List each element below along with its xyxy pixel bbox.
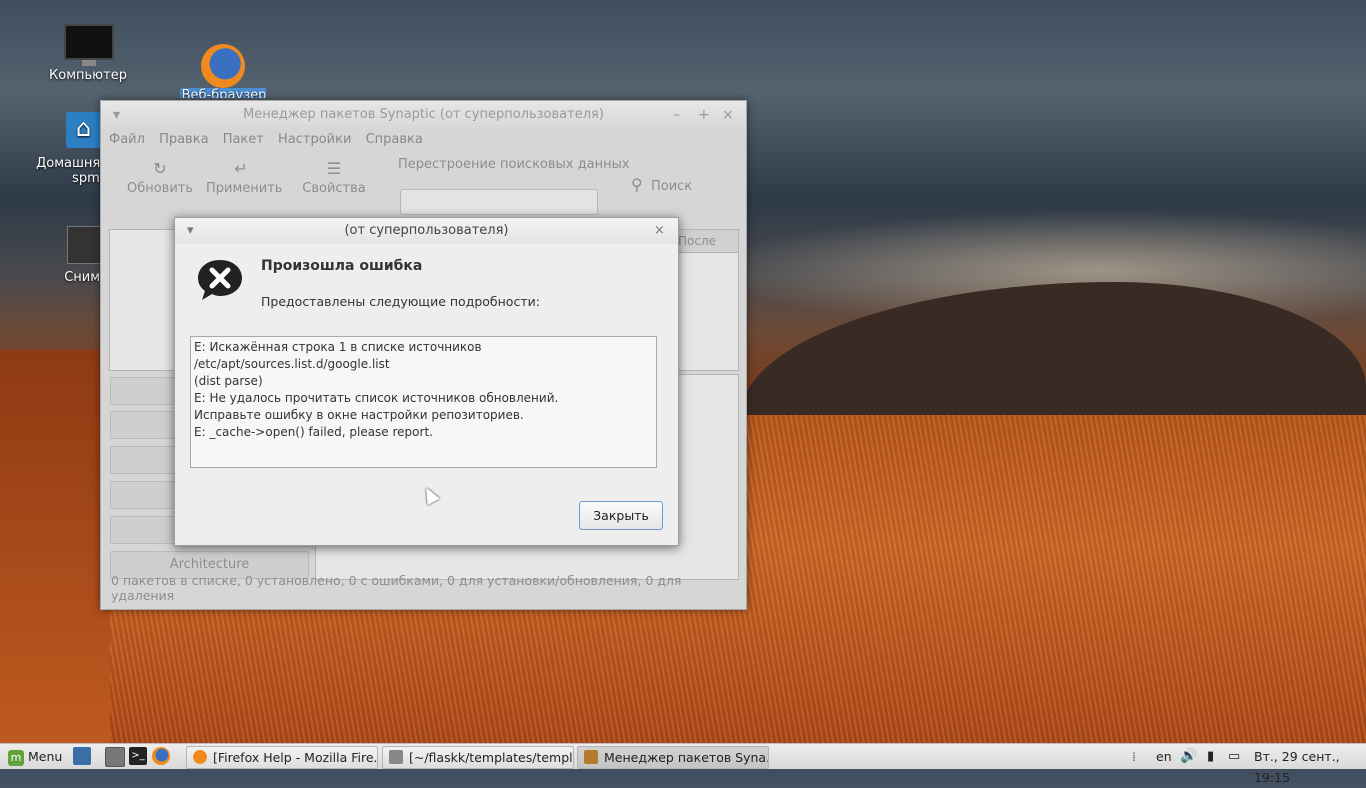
desktop-icon-label: Компьютер bbox=[49, 68, 127, 83]
rebuild-search-label: Перестроение поисковых данных bbox=[398, 157, 630, 172]
menu-file[interactable]: Файл bbox=[109, 132, 145, 147]
search-icon: ⚲ bbox=[631, 175, 643, 194]
text-editor-icon bbox=[389, 750, 403, 764]
volume-icon[interactable]: 🔊 bbox=[1180, 746, 1197, 767]
close-button[interactable]: Закрыть bbox=[579, 501, 663, 530]
firefox-icon bbox=[193, 750, 207, 764]
window-menu-icon[interactable]: ▾ bbox=[113, 101, 120, 129]
dialog-subheading: Предоставлены следующие подробности: bbox=[261, 294, 540, 309]
desktop-icon-label: Веб-браузер Firefox bbox=[168, 88, 278, 98]
network-icon[interactable]: ▮ bbox=[1207, 746, 1214, 767]
desktop-icon-home[interactable]: Домашняя spmp bbox=[14, 112, 110, 186]
menu-edit[interactable]: Правка bbox=[159, 132, 208, 147]
desktop-icon-computer[interactable]: Компьютер bbox=[33, 24, 143, 83]
synaptic-titlebar: ▾ Менеджер пакетов Synaptic (от суперпол… bbox=[101, 101, 746, 129]
window-menu-icon[interactable]: ▾ bbox=[187, 218, 194, 244]
synaptic-statusbar: 0 пакетов в списке, 0 установлено, 0 с о… bbox=[111, 573, 682, 603]
task-editor[interactable]: [~/flaskk/templates/templ... bbox=[382, 746, 574, 769]
taskbar: m Menu >_ [Firefox Help - Mozilla Fire...… bbox=[0, 743, 1366, 785]
menu-label: Menu bbox=[28, 749, 63, 764]
search-label: Поиск bbox=[650, 179, 693, 194]
maximize-icon[interactable]: + bbox=[698, 101, 710, 129]
dialog-heading: Произошла ошибка bbox=[261, 258, 423, 274]
synaptic-title: Менеджер пакетов Synaptic (от суперпольз… bbox=[243, 107, 604, 122]
package-table[interactable]: После bbox=[671, 229, 739, 371]
tray-grip-icon: ⁞ bbox=[1132, 749, 1136, 764]
close-icon[interactable]: × bbox=[722, 101, 734, 129]
properties-label: Свойства bbox=[302, 181, 366, 196]
task-label: [Firefox Help - Mozilla Fire... bbox=[213, 750, 378, 765]
show-desktop-icon[interactable] bbox=[73, 747, 91, 765]
file-manager-icon[interactable] bbox=[105, 747, 125, 767]
dialog-title: (от суперпользователя) bbox=[344, 223, 509, 238]
minimize-icon[interactable]: – bbox=[673, 101, 680, 129]
battery-icon[interactable]: ▭ bbox=[1228, 746, 1240, 767]
desktop-icon-label: Снимо bbox=[64, 270, 108, 285]
menu-package[interactable]: Пакет bbox=[223, 132, 264, 147]
terminal-icon[interactable]: >_ bbox=[129, 747, 147, 765]
properties-button[interactable]: ☰ Свойства bbox=[299, 157, 369, 196]
menu-settings[interactable]: Настройки bbox=[278, 132, 351, 147]
desktop-icon-screenshot[interactable]: Снимо bbox=[20, 226, 113, 285]
dialog-close-icon[interactable]: × bbox=[654, 218, 665, 244]
error-icon bbox=[198, 260, 242, 300]
quick-filter-input[interactable] bbox=[400, 189, 598, 215]
firefox-icon bbox=[199, 44, 247, 88]
apply-label: Применить bbox=[206, 181, 283, 196]
task-label: [~/flaskk/templates/templ... bbox=[409, 750, 574, 765]
menu-help[interactable]: Справка bbox=[366, 132, 423, 147]
desktop-icon-label-2: spmp bbox=[72, 171, 108, 186]
reload-button[interactable]: ↻ Обновить bbox=[125, 157, 195, 196]
column-header-latest[interactable]: После bbox=[672, 230, 738, 253]
search-button[interactable]: ⚲ Поиск bbox=[631, 175, 692, 194]
reload-icon: ↻ bbox=[153, 159, 167, 178]
menu-button[interactable]: m Menu bbox=[8, 746, 62, 767]
task-firefox-help[interactable]: [Firefox Help - Mozilla Fire... bbox=[186, 746, 378, 769]
apply-button[interactable]: ↵ Применить bbox=[206, 157, 283, 196]
wallpaper-grass-left bbox=[0, 350, 110, 750]
synaptic-menubar: Файл Правка Пакет Настройки Справка bbox=[101, 129, 746, 151]
clock[interactable]: Вт., 29 сент., 19:15 bbox=[1254, 746, 1366, 785]
error-details-text[interactable]: E: Искажённая строка 1 в списке источник… bbox=[190, 336, 657, 468]
computer-icon bbox=[64, 24, 114, 66]
keyboard-layout[interactable]: en bbox=[1156, 746, 1172, 767]
task-synaptic[interactable]: Менеджер пакетов Syna... bbox=[577, 746, 769, 769]
desktop-icon-label: Домашняя bbox=[36, 156, 108, 171]
mint-logo-icon: m bbox=[8, 749, 24, 766]
reload-label: Обновить bbox=[126, 181, 194, 196]
firefox-launcher-icon[interactable] bbox=[152, 747, 170, 765]
apply-icon: ↵ bbox=[234, 159, 248, 178]
desktop-icon-firefox[interactable]: Веб-браузер Firefox bbox=[168, 44, 278, 98]
synaptic-icon bbox=[584, 750, 598, 764]
task-label: Менеджер пакетов Syna... bbox=[604, 750, 769, 765]
dialog-titlebar: ▾ (от суперпользователя) × bbox=[175, 218, 678, 244]
properties-icon: ☰ bbox=[326, 159, 342, 178]
package-list-left bbox=[109, 229, 176, 371]
